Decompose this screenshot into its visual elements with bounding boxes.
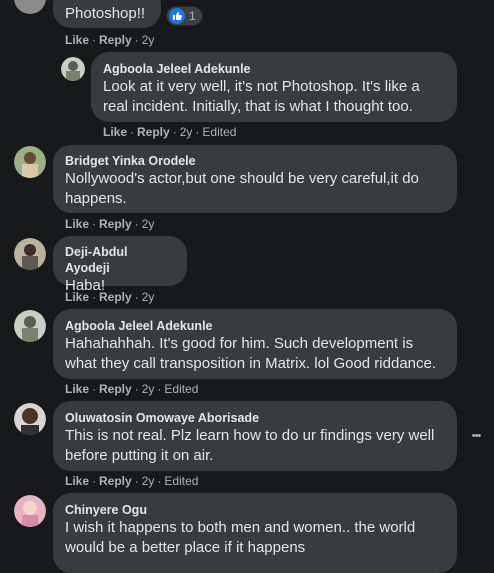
reply-link[interactable]: Reply — [137, 125, 170, 139]
timestamp[interactable]: 2y — [142, 217, 155, 231]
comment-actions: Like · Reply · 2y · Edited — [65, 474, 199, 488]
edited-label: Edited — [164, 382, 199, 396]
comment-bubble: Chinyere Ogu I wish it happens to both m… — [53, 493, 457, 573]
like-link[interactable]: Like — [65, 474, 89, 488]
commenter-avatar[interactable] — [14, 0, 46, 14]
comment-text: Photoshop!! — [65, 5, 146, 22]
more-options-icon: ••• — [471, 430, 482, 442]
comment-text: I wish it happens to both men and women.… — [65, 519, 416, 556]
comment-author[interactable]: Chinyere Ogu — [65, 502, 445, 518]
comment-bubble: Deji-Abdul Ayodeji Haba! — [53, 236, 187, 294]
like-reaction-icon — [169, 8, 185, 24]
edited-label: Edited — [202, 125, 237, 139]
timestamp[interactable]: 2y — [142, 290, 155, 304]
comment-text: Nollywood's actor,but one should be very… — [65, 170, 419, 207]
reply-link[interactable]: Reply — [99, 33, 132, 47]
comment-author[interactable]: Agboola Jeleel Adekunle — [65, 318, 445, 334]
timestamp[interactable]: 2y — [142, 474, 155, 488]
reaction-summary[interactable]: 1 — [166, 6, 203, 26]
like-link[interactable]: Like — [65, 290, 89, 304]
reaction-count: 1 — [189, 9, 196, 23]
comment-actions: Like · Reply · 2y · Edited — [103, 125, 237, 139]
reply-link[interactable]: Reply — [99, 382, 132, 396]
timestamp[interactable]: 2y — [142, 382, 155, 396]
comment-author[interactable]: Agboola Jeleel Adekunle — [103, 61, 445, 77]
comment-text: Look at it very well, it's not Photoshop… — [103, 78, 420, 115]
comment-actions: Like · Reply · 2y — [65, 290, 155, 304]
comment-text: This is not real. Plz learn how to do ur… — [65, 427, 435, 464]
like-link[interactable]: Like — [65, 217, 89, 231]
like-link[interactable]: Like — [65, 33, 89, 47]
reply-link[interactable]: Reply — [99, 217, 132, 231]
reply-link[interactable]: Reply — [99, 474, 132, 488]
comment-author[interactable]: Deji-Abdul Ayodeji — [65, 244, 175, 276]
commenter-avatar[interactable] — [14, 146, 46, 178]
comment-author[interactable]: Bridget Yinka Orodele — [65, 153, 445, 169]
comment-actions: Like · Reply · 2y · Edited — [65, 382, 199, 396]
comment-bubble: Photoshop!! — [53, 0, 161, 28]
like-link[interactable]: Like — [103, 125, 127, 139]
timestamp[interactable]: 2y — [180, 125, 193, 139]
comment-bubble: Agboola Jeleel Adekunle Hahahahhah. It's… — [53, 309, 457, 379]
more-options-button[interactable]: ••• — [466, 428, 486, 444]
comment-text: Hahahahhah. It's good for him. Such deve… — [65, 335, 437, 372]
comment-bubble: Oluwatosin Omowaye Aborisade This is not… — [53, 401, 457, 471]
commenter-avatar[interactable] — [14, 310, 46, 342]
timestamp[interactable]: 2y — [142, 33, 155, 47]
comment-author[interactable]: Oluwatosin Omowaye Aborisade — [65, 410, 445, 426]
comment-bubble: Agboola Jeleel Adekunle Look at it very … — [91, 52, 457, 122]
comment-bubble: Bridget Yinka Orodele Nollywood's actor,… — [53, 145, 457, 213]
commenter-avatar[interactable] — [61, 57, 85, 81]
commenter-avatar[interactable] — [14, 495, 46, 527]
commenter-avatar[interactable] — [14, 238, 46, 270]
reply-link[interactable]: Reply — [99, 290, 132, 304]
commenter-avatar[interactable] — [14, 403, 46, 435]
edited-label: Edited — [164, 474, 199, 488]
comment-actions: Like · Reply · 2y — [65, 217, 155, 231]
like-link[interactable]: Like — [65, 382, 89, 396]
comment-actions: Like · Reply · 2y — [65, 33, 155, 47]
